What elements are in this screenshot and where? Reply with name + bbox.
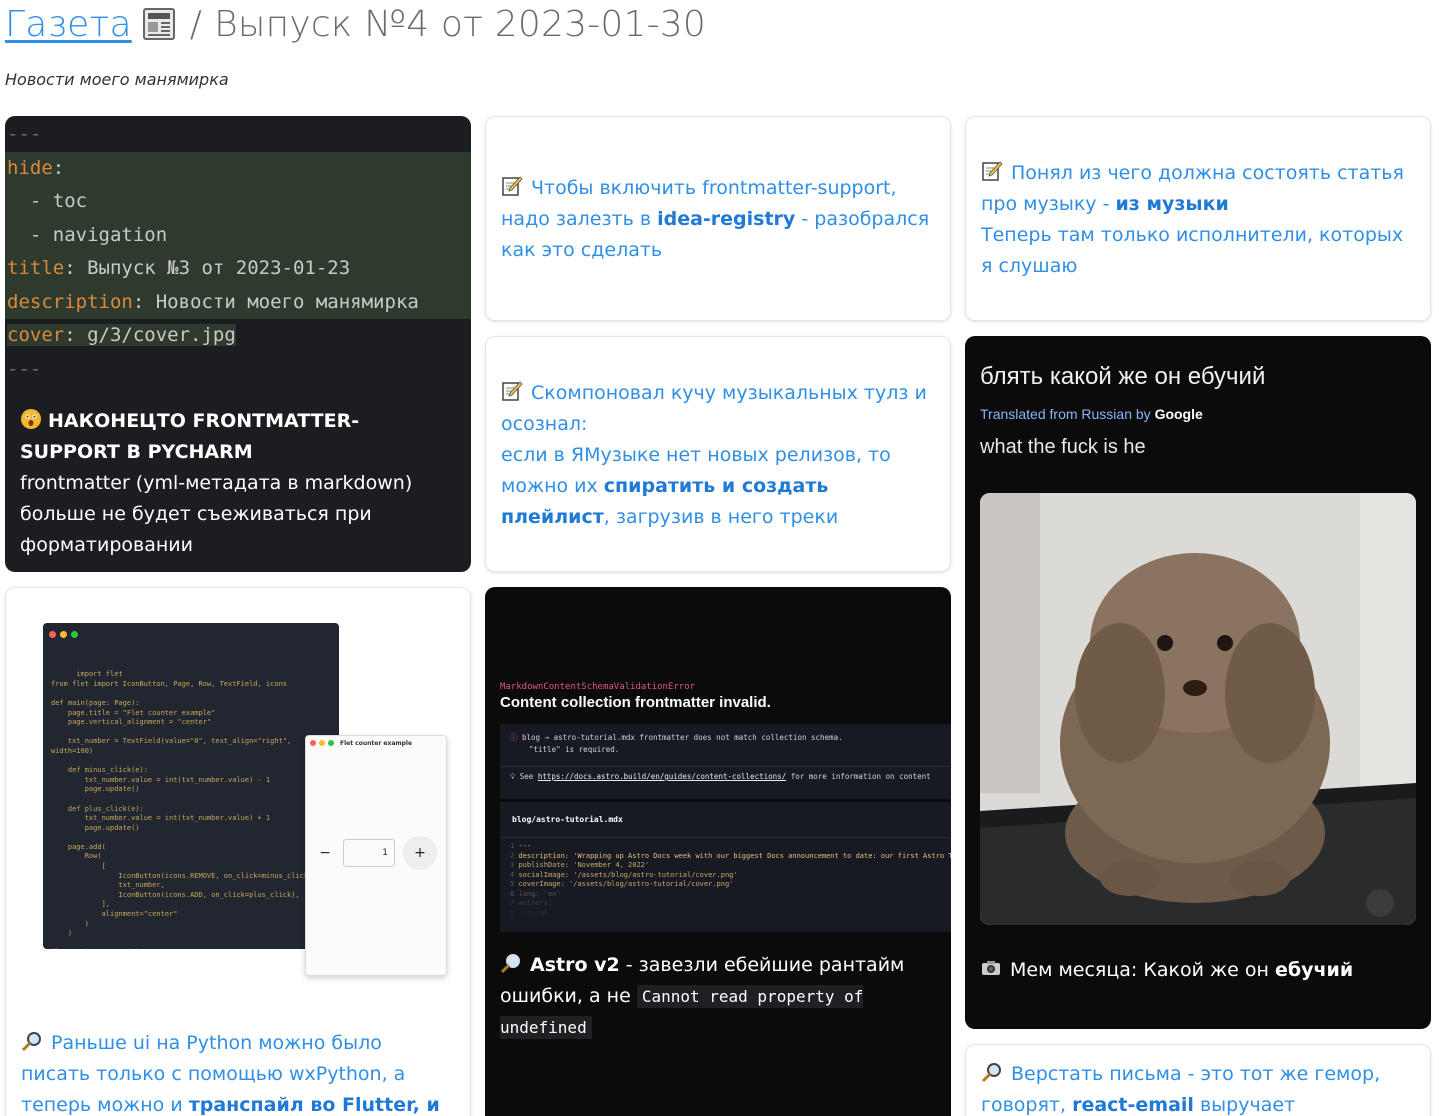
magnifier-icon bbox=[500, 954, 520, 974]
magnifier-icon bbox=[21, 1032, 41, 1052]
music-tools-line1: Скомпоновал кучу музыкальных тулз и осоз… bbox=[501, 382, 927, 435]
astro-error-detail: ⓘ blog → astro-tutorial.mdx frontmatter … bbox=[510, 732, 843, 756]
music-tools-text: Скомпоновал кучу музыкальных тулз и осоз… bbox=[486, 337, 950, 533]
page-header: Газета / Выпуск №4 от 2023-01-30 bbox=[5, 0, 706, 48]
flet-text: Раньше ui на Python можно было писать то… bbox=[6, 998, 470, 1116]
astro-error-details: ⓘ blog → astro-tutorial.mdx frontmatter … bbox=[500, 724, 951, 799]
astro-error-type: MarkdownContentSchemaValidationError bbox=[500, 682, 696, 692]
counter-field[interactable]: 1 bbox=[343, 839, 395, 867]
astro-detail-line1: blog → astro-tutorial.mdx frontmatter do… bbox=[522, 733, 843, 742]
window-controls bbox=[49, 631, 78, 638]
code-line: --- bbox=[7, 357, 42, 380]
flet-app-title: Flet counter example bbox=[340, 739, 413, 747]
astro-source-box: blog/astro-tutorial.mdx 1 --- 2 descript… bbox=[500, 802, 951, 932]
newspaper-home-link[interactable]: Газета bbox=[5, 4, 178, 45]
flet-card: import flet from flet import IconButton,… bbox=[5, 587, 471, 1116]
meme-translation-credit: Translated from Russian by Google bbox=[980, 406, 1203, 422]
poodle-photo bbox=[980, 493, 1416, 925]
minus-button[interactable]: − bbox=[315, 845, 335, 861]
google-logo: Google bbox=[1154, 406, 1203, 422]
lightbulb-icon: 💡︎ bbox=[510, 772, 516, 781]
astonished-face-icon bbox=[21, 409, 41, 429]
page-title: Выпуск №4 от 2023-01-30 bbox=[214, 3, 706, 45]
idea-registry-link[interactable]: idea-registry bbox=[657, 208, 795, 230]
yaml-code-block: --- hide: - toc - navigation title: Выпу… bbox=[5, 116, 471, 386]
meme-russian-text: блять какой же он ебучий bbox=[980, 363, 1266, 390]
code-line: title: Выпуск №3 от 2023-01-23 bbox=[5, 252, 471, 286]
breadcrumb-separator: / bbox=[189, 3, 203, 45]
home-link-label: Газета bbox=[5, 3, 132, 45]
astro-v2-label: Astro v2 bbox=[530, 954, 620, 976]
flet-app-window: Flet counter example − 1 + bbox=[305, 735, 447, 976]
newspaper-icon bbox=[142, 7, 175, 40]
music-article-card: Понял из чего должна состоять статья про… bbox=[965, 116, 1431, 321]
react-email-link[interactable]: react-email bbox=[1072, 1094, 1194, 1116]
react-email-text: Верстать письма - это тот же гемор, гово… bbox=[966, 1045, 1430, 1116]
magnifier-icon bbox=[981, 1063, 1001, 1083]
astro-hint-prefix: See bbox=[519, 772, 538, 781]
frontmatter-heading: НАКОНЕЦТО FRONTMATTER-SUPPORT В PYCHARM bbox=[20, 410, 360, 463]
code-line: cover: g/3/cover.jpg bbox=[7, 324, 236, 346]
memo-icon bbox=[982, 161, 1003, 181]
frontmatter-card: --- hide: - toc - navigation title: Выпу… bbox=[5, 116, 471, 572]
memo-icon bbox=[502, 381, 523, 401]
code-line: description: Новости моего манямирка bbox=[5, 285, 471, 319]
astro-hint-suffix: for more information on content bbox=[786, 772, 931, 781]
flet-counter: − 1 + bbox=[306, 836, 446, 870]
astro-error-message: Content collection frontmatter invalid. bbox=[500, 694, 771, 711]
frontmatter-body: frontmatter (yml-метадата в markdown) бо… bbox=[20, 472, 413, 556]
meme-caption-bold: ебучий bbox=[1274, 959, 1354, 981]
astro-source-code: 1 --- 2 description: 'Wrapping up Astro … bbox=[510, 842, 951, 917]
react-email-card: Верстать письма - это тот же гемор, гово… bbox=[965, 1044, 1431, 1116]
code-line: - toc bbox=[5, 185, 471, 219]
error-circle-icon: ⓘ bbox=[510, 733, 518, 742]
camera-icon bbox=[982, 961, 1000, 975]
meme-english-text: what the fuck is he bbox=[980, 436, 1146, 458]
flet-code-editor: import flet from flet import IconButton,… bbox=[43, 623, 339, 949]
music-article-text: Понял из чего должна состоять статья про… bbox=[966, 117, 1430, 282]
music-tools-text-after: , загрузив в него треки bbox=[603, 506, 839, 528]
react-email-text-after: выручает bbox=[1193, 1094, 1296, 1116]
meme-caption-before: Мем месяца: Какой же он bbox=[1010, 959, 1275, 981]
translation-prefix: Translated from Russian by bbox=[980, 406, 1151, 422]
astro-file-name: blog/astro-tutorial.mdx bbox=[512, 815, 623, 824]
meme-caption: Мем месяца: Какой же он ебучий bbox=[965, 955, 1368, 986]
astro-docs-link[interactable]: https://docs.astro.build/en/guides/conte… bbox=[538, 772, 786, 781]
code-line: - navigation bbox=[5, 218, 471, 252]
flet-screenshot: import flet from flet import IconButton,… bbox=[6, 588, 470, 998]
astro-card: MarkdownContentSchemaValidationError Con… bbox=[485, 587, 951, 1116]
flet-app-titlebar: Flet counter example bbox=[306, 736, 446, 750]
memo-icon bbox=[502, 176, 523, 196]
page-subtitle: Новости моего манямирка bbox=[5, 70, 229, 89]
code-line: hide: bbox=[5, 151, 471, 185]
music-tools-card: Скомпоновал кучу музыкальных тулз и осоз… bbox=[485, 336, 951, 572]
code-line: --- bbox=[7, 123, 42, 145]
idea-registry-text: Чтобы включить frontmatter-support, надо… bbox=[486, 117, 950, 266]
astro-text: Astro v2 - завезли ебейшие рантайм ошибк… bbox=[485, 950, 951, 1043]
music-article-line2: Теперь там только исполнители, которых я… bbox=[981, 224, 1404, 277]
plus-button[interactable]: + bbox=[403, 836, 437, 870]
poodle-illustration bbox=[980, 493, 1416, 925]
astro-hint: 💡︎ See https://docs.astro.build/en/guide… bbox=[510, 772, 931, 782]
flet-code: import flet from flet import IconButton,… bbox=[51, 670, 317, 949]
music-article-link[interactable]: из музыки bbox=[1115, 193, 1228, 215]
astro-detail-line2: "title" is required. bbox=[529, 745, 620, 754]
frontmatter-card-text: НАКОНЕЦТО FRONTMATTER-SUPPORT В PYCHARM … bbox=[5, 406, 471, 561]
meme-card: блять какой же он ебучий Translated from… bbox=[965, 336, 1431, 1029]
idea-registry-card: Чтобы включить frontmatter-support, надо… bbox=[485, 116, 951, 321]
